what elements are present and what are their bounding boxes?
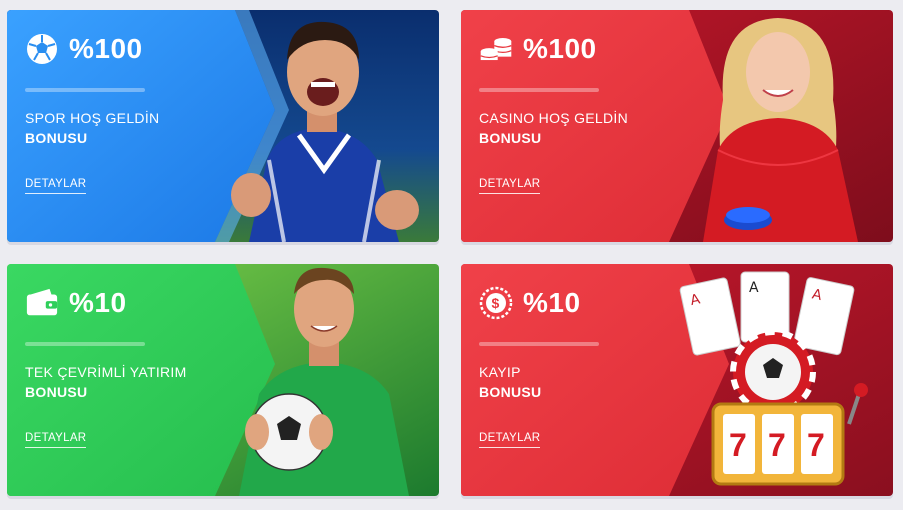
- svg-text:7: 7: [807, 427, 825, 463]
- bonus-title-line2: BONUSU: [25, 384, 88, 400]
- details-link[interactable]: DETAYLAR: [479, 178, 541, 194]
- card-header: %100: [25, 32, 143, 66]
- bonus-title-line1: SPOR HOŞ GELDİN: [25, 110, 160, 126]
- soccer-ball-icon: [27, 34, 57, 64]
- details-link[interactable]: DETAYLAR: [479, 432, 541, 448]
- card-header: %100: [479, 32, 597, 66]
- details-link[interactable]: DETAYLAR: [25, 178, 87, 194]
- divider: [25, 88, 145, 92]
- bonus-percent: %100: [69, 33, 143, 64]
- wallet-icon: [26, 288, 58, 316]
- card-content: %100 SPOR HOŞ GELDİN BONUSU DETAYLAR: [25, 10, 245, 242]
- svg-text:7: 7: [768, 427, 786, 463]
- bonus-card-loss[interactable]: A A A 7 7 7 $ %10 KAYIP BONUSU DETAYLAR: [461, 264, 893, 496]
- details-link[interactable]: DETAYLAR: [25, 432, 87, 448]
- bonus-title-line1: CASINO HOŞ GELDİN: [479, 110, 629, 126]
- card-header: $ %10: [479, 286, 581, 320]
- coin-stack-icon: [480, 37, 512, 61]
- divider: [479, 88, 599, 92]
- bonus-title-line1: TEK ÇEVRİMLİ YATIRIM: [25, 364, 187, 380]
- bonus-percent: %10: [69, 287, 127, 318]
- svg-text:7: 7: [729, 427, 747, 463]
- bonus-title-line2: BONUSU: [479, 130, 542, 146]
- svg-text:$: $: [492, 295, 500, 311]
- divider: [479, 342, 599, 346]
- card-header: %10: [25, 286, 127, 320]
- bonus-title-line2: BONUSU: [479, 384, 542, 400]
- bonus-card-casino-welcome[interactable]: %100 CASINO HOŞ GELDİN BONUSU DETAYLAR: [461, 10, 893, 242]
- bonus-percent: %100: [523, 33, 597, 64]
- bonus-card-sports-welcome[interactable]: %100 SPOR HOŞ GELDİN BONUSU DETAYLAR: [7, 10, 439, 242]
- svg-text:A: A: [749, 280, 759, 296]
- dollar-coin-icon: $: [479, 286, 513, 320]
- card-content: %10 TEK ÇEVRİMLİ YATIRIM BONUSU DETAYLAR: [25, 264, 245, 496]
- bonus-title-line2: BONUSU: [25, 130, 88, 146]
- bonus-card-deposit[interactable]: %10 TEK ÇEVRİMLİ YATIRIM BONUSU DETAYLAR: [7, 264, 439, 496]
- bonus-percent: %10: [523, 287, 581, 318]
- divider: [25, 342, 145, 346]
- card-content: %100 CASINO HOŞ GELDİN BONUSU DETAYLAR: [479, 10, 699, 242]
- bonus-grid: %100 SPOR HOŞ GELDİN BONUSU DETAYLAR %10…: [0, 0, 903, 510]
- bonus-title-line1: KAYIP: [479, 364, 521, 380]
- card-content: $ %10 KAYIP BONUSU DETAYLAR: [479, 264, 699, 496]
